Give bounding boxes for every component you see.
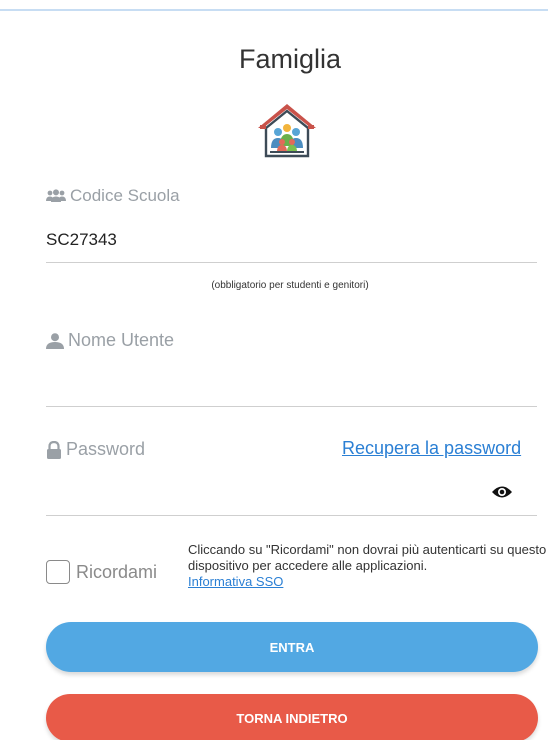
school-code-input[interactable] xyxy=(46,230,526,250)
remember-note-text: Cliccando su "Ricordami" non dovrai più … xyxy=(188,542,547,573)
username-input[interactable] xyxy=(46,368,526,388)
remember-label: Ricordami xyxy=(76,562,158,582)
login-page: Famiglia Codice Scuola SC27343 (obbligat… xyxy=(0,0,560,740)
family-house-icon xyxy=(254,98,320,164)
sso-info-link[interactable]: Informativa SSO xyxy=(188,574,283,589)
recover-password-link[interactable]: Recupera la password xyxy=(342,438,521,459)
remember-checkbox[interactable] xyxy=(46,560,70,584)
remember-note: Cliccando su "Ricordami" non dovrai più … xyxy=(188,542,548,590)
lock-icon xyxy=(46,440,62,459)
password-input[interactable] xyxy=(46,478,476,498)
password-underline xyxy=(46,515,537,516)
school-code-label-text: Codice Scuola xyxy=(70,186,180,205)
school-code-hint: (obbligatorio per studenti e genitori) xyxy=(211,280,369,291)
school-code-label: Codice Scuola xyxy=(46,186,180,206)
username-label-text: Nome Utente xyxy=(68,330,175,350)
user-icon xyxy=(46,332,64,349)
top-divider xyxy=(0,9,548,11)
page-title: Famiglia xyxy=(238,44,342,74)
enter-button[interactable]: ENTRA xyxy=(46,622,538,672)
password-label-text: Password xyxy=(66,439,146,459)
eye-icon[interactable] xyxy=(491,484,513,500)
back-button[interactable]: TORNA INDIETRO xyxy=(46,694,538,740)
username-label: Nome Utente xyxy=(46,330,174,351)
username-underline xyxy=(46,406,537,407)
school-code-underline xyxy=(46,262,537,263)
users-icon xyxy=(46,189,66,203)
password-label: Password xyxy=(46,439,145,460)
